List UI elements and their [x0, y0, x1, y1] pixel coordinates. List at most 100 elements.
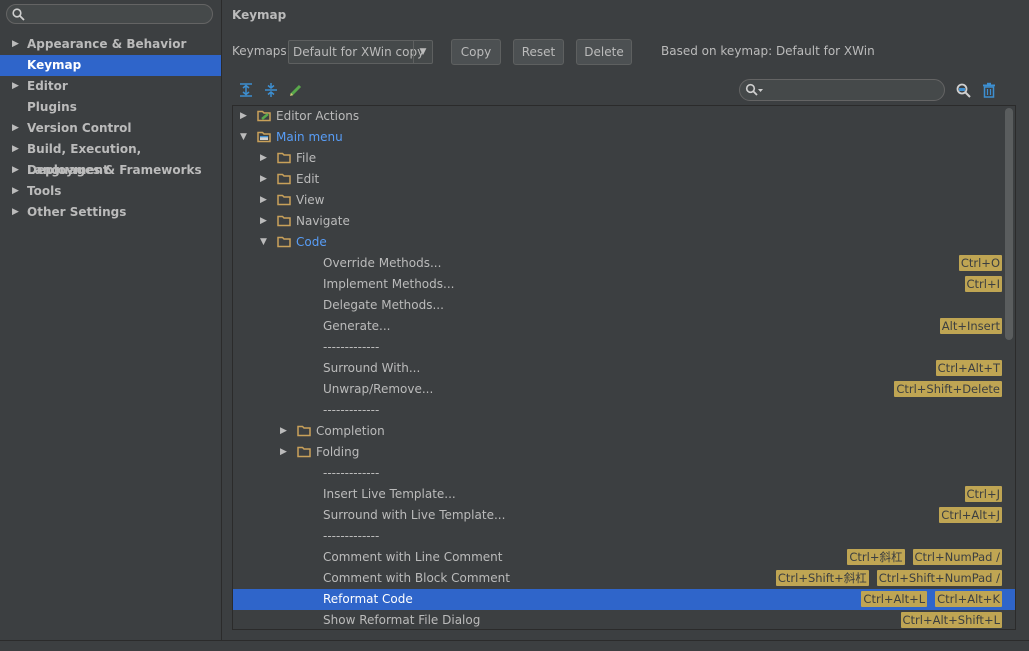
chevron-right-icon[interactable]: ▶ [12, 76, 19, 97]
delete-button[interactable]: Delete [576, 39, 632, 65]
page-title: Keymap [232, 8, 287, 22]
tree-row[interactable]: ▶ Navigate [233, 211, 1015, 232]
chevron-right-icon[interactable]: ▶ [280, 426, 287, 436]
shortcut-list: Ctrl+Alt+L Ctrl+Alt+K [861, 589, 1002, 610]
sidebar-item-label: Keymap [27, 58, 82, 72]
sidebar-item-other-settings[interactable]: ▶ Other Settings [0, 202, 221, 223]
tree-row[interactable]: ------------- [233, 337, 1015, 358]
chevron-right-icon[interactable]: ▶ [260, 174, 267, 184]
tree-row[interactable]: Comment with Block Comment Ctrl+Shift+斜杠 C… [233, 568, 1015, 589]
shortcut-list: Ctrl+I [964, 274, 1002, 295]
tree-row-label: Editor Actions [276, 109, 360, 123]
tree-row[interactable]: Surround With... Ctrl+Alt+T [233, 358, 1015, 379]
folder-icon [277, 152, 291, 164]
tree-row[interactable]: ▼ Code [233, 232, 1015, 253]
reset-button[interactable]: Reset [513, 39, 564, 65]
vertical-scrollbar[interactable] [1005, 108, 1013, 340]
sidebar-item-appearance-behavior[interactable]: ▶ Appearance & Behavior [0, 34, 221, 55]
settings-sidebar: ▶ Appearance & Behavior Keymap ▶ Editor Plugi… [0, 0, 222, 640]
tree-row-label: Main menu [276, 130, 343, 144]
sidebar-item-plugins[interactable]: Plugins [0, 97, 221, 118]
shortcut-badge: Ctrl+Alt+J [939, 507, 1002, 523]
chevron-right-icon[interactable]: ▶ [12, 34, 19, 55]
tree-row[interactable]: ▶ Folding [233, 442, 1015, 463]
chevron-right-icon[interactable]: ▶ [260, 195, 267, 205]
chevron-down-icon[interactable]: ▼ [240, 132, 247, 142]
settings-search[interactable] [6, 4, 213, 24]
shortcut-list: Ctrl+O [958, 253, 1002, 274]
chevron-down-icon[interactable]: ▼ [413, 41, 432, 63]
shortcut-list: Ctrl+Alt+Shift+L [900, 610, 1002, 629]
settings-search-input[interactable] [29, 6, 211, 24]
tree-row[interactable]: ------------- [233, 526, 1015, 547]
sidebar-item-editor[interactable]: ▶ Editor [0, 76, 221, 97]
tree-row[interactable]: ▶ Completion [233, 421, 1015, 442]
sidebar-item-build-execution-deployment[interactable]: ▶ Build, Execution, Deployment [0, 139, 221, 177]
tree-row-label: Completion [316, 424, 385, 438]
tree-row[interactable]: Insert Live Template... Ctrl+J [233, 484, 1015, 505]
edit-shortcut-icon[interactable] [288, 82, 304, 98]
chevron-right-icon[interactable]: ▶ [280, 447, 287, 457]
shortcut-badge: Ctrl+Alt+L [861, 591, 928, 607]
shortcut-badge: Ctrl+Shift+Delete [894, 381, 1002, 397]
tree-row[interactable]: Surround with Live Template... Ctrl+Alt+J [233, 505, 1015, 526]
chevron-right-icon[interactable]: ▶ [260, 216, 267, 226]
tree-row[interactable]: ------------- [233, 400, 1015, 421]
tree-row[interactable]: Unwrap/Remove... Ctrl+Shift+Delete [233, 379, 1015, 400]
tree-row-label: View [296, 193, 325, 207]
tree-row[interactable]: ▶ Edit [233, 169, 1015, 190]
find-shortcut-icon[interactable] [955, 82, 971, 98]
keymap-select[interactable]: Default for XWin copy ▼ [288, 40, 433, 64]
search-dropdown-icon[interactable] [745, 83, 765, 97]
chevron-right-icon[interactable]: ▶ [12, 139, 19, 160]
tree-row[interactable]: Generate... Alt+Insert [233, 316, 1015, 337]
sidebar-item-version-control[interactable]: ▶ Version Control [0, 118, 221, 139]
tree-row[interactable]: ▶ Editor Actions [233, 106, 1015, 127]
sidebar-item-label: Plugins [27, 100, 77, 114]
chevron-right-icon[interactable]: ▶ [240, 111, 247, 121]
bottom-bar [0, 640, 1029, 651]
tree-row[interactable]: ▶ View [233, 190, 1015, 211]
expand-all-icon[interactable] [238, 82, 254, 98]
shortcut-badge: Ctrl+Alt+Shift+L [900, 612, 1002, 628]
chevron-right-icon[interactable]: ▶ [260, 153, 267, 163]
tree-row[interactable]: Show Reformat File Dialog Ctrl+Alt+Shift+… [233, 610, 1015, 629]
search-icon [12, 8, 25, 21]
tree-row-label: Edit [296, 172, 320, 186]
sidebar-item-languages-frameworks[interactable]: ▶ Languages & Frameworks [0, 160, 221, 181]
trash-icon[interactable] [981, 82, 997, 98]
chevron-right-icon[interactable]: ▶ [12, 118, 19, 139]
shortcut-list: Alt+Insert [939, 316, 1002, 337]
chevron-right-icon[interactable]: ▶ [12, 202, 19, 223]
tree-row-label: Surround With... [323, 361, 421, 375]
collapse-all-icon[interactable] [263, 82, 279, 98]
tree-row[interactable]: ------------- [233, 463, 1015, 484]
tree-row[interactable]: Override Methods... Ctrl+O [233, 253, 1015, 274]
tree-row[interactable]: Reformat Code Ctrl+Alt+L Ctrl+Alt+K [233, 589, 1015, 610]
tree-row-label: ------------- [323, 340, 380, 354]
shortcut-list: Ctrl+Alt+T [935, 358, 1002, 379]
chevron-right-icon[interactable]: ▶ [12, 181, 19, 202]
copy-button[interactable]: Copy [451, 39, 501, 65]
shortcut-list: Ctrl+Shift+Delete [894, 379, 1002, 400]
tree-row-label: Delegate Methods... [323, 298, 444, 312]
keymap-tree[interactable]: ▶ Editor Actions ▼ Main menu ▶ File ▶ Edit ▶ View… [232, 105, 1016, 630]
sidebar-item-tools[interactable]: ▶ Tools [0, 181, 221, 202]
sidebar-item-label: Languages & Frameworks [27, 163, 202, 177]
tree-row[interactable]: ▼ Main menu [233, 127, 1015, 148]
sidebar-item-label: Editor [27, 79, 68, 93]
tree-row-label: Surround with Live Template... [323, 508, 506, 522]
keymaps-label: Keymaps: [232, 44, 291, 58]
tree-row[interactable]: Implement Methods... Ctrl+I [233, 274, 1015, 295]
tree-row[interactable]: Comment with Line Comment Ctrl+斜杠 Ctrl+Num… [233, 547, 1015, 568]
chevron-right-icon[interactable]: ▶ [12, 160, 19, 181]
tree-row[interactable]: ▶ File [233, 148, 1015, 169]
tree-row-label: ------------- [323, 403, 380, 417]
sidebar-item-keymap[interactable]: Keymap [0, 55, 221, 76]
action-filter-input[interactable] [768, 82, 942, 100]
shortcut-badge: Ctrl+Shift+斜杠 [775, 570, 869, 586]
keymap-panel: Keymap Keymaps: Default for XWin copy ▼ … [222, 0, 1029, 640]
chevron-down-icon[interactable]: ▼ [260, 237, 267, 247]
tree-row[interactable]: Delegate Methods... [233, 295, 1015, 316]
action-filter[interactable] [739, 79, 945, 101]
